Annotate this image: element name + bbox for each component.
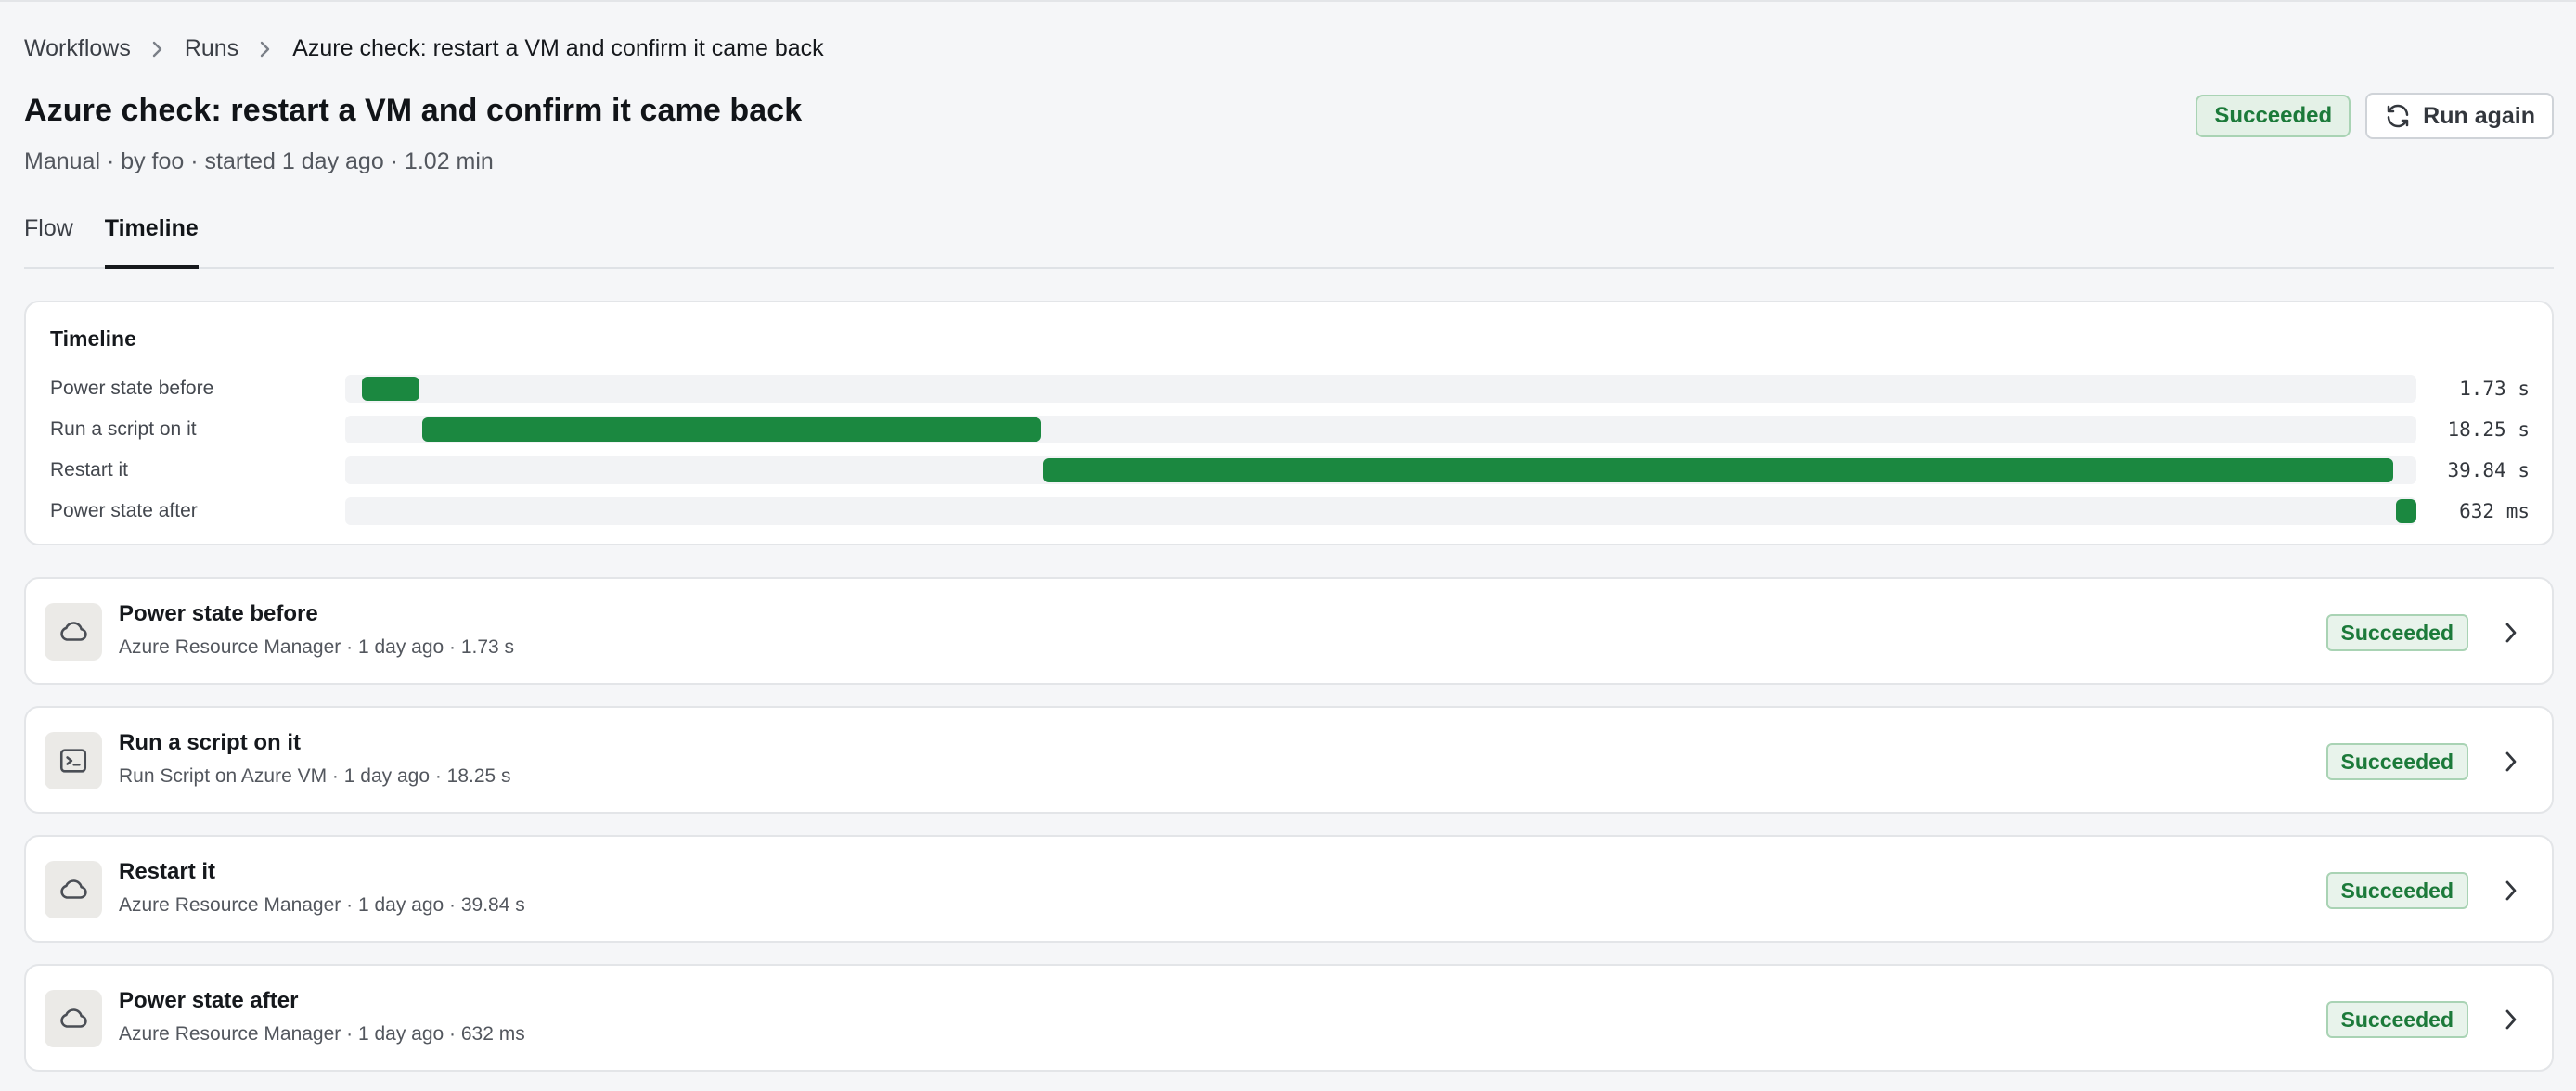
timeline-row: Power state after 632 ms bbox=[50, 497, 2530, 525]
timeline-track bbox=[345, 375, 2416, 403]
step-status-badge: Succeeded bbox=[2325, 614, 2468, 651]
breadcrumb: Workflows Runs Azure check: restart a VM… bbox=[24, 35, 824, 62]
run-meta: Manual · by foo · started 1 day ago · 1.… bbox=[24, 148, 494, 174]
timeline-bar bbox=[361, 377, 420, 401]
step-meta: Run Script on Azure VM · 1 day ago · 18.… bbox=[119, 765, 511, 787]
timeline-track bbox=[345, 416, 2416, 443]
step-meta: Azure Resource Manager · 1 day ago · 632… bbox=[119, 1023, 525, 1045]
chevron-right-icon[interactable] bbox=[2498, 1007, 2524, 1033]
chevron-right-icon bbox=[151, 40, 164, 58]
timeline-row-label: Power state after bbox=[50, 500, 198, 521]
step-status-badge: Succeeded bbox=[2325, 743, 2468, 780]
breadcrumb-runs-link[interactable]: Runs bbox=[185, 35, 238, 62]
step-name: Run a script on it bbox=[119, 730, 302, 755]
timeline-row-duration: 39.84 s bbox=[2447, 459, 2530, 481]
timeline-bar bbox=[2395, 499, 2416, 523]
timeline-row: Run a script on it 18.25 s bbox=[50, 416, 2530, 443]
timeline-row-duration: 18.25 s bbox=[2447, 418, 2530, 441]
run-again-label: Run again bbox=[2423, 102, 2535, 129]
step-name: Power state after bbox=[119, 988, 299, 1013]
cloud-icon bbox=[45, 603, 102, 661]
step-card-restart-it[interactable]: Restart it Azure Resource Manager · 1 da… bbox=[24, 835, 2554, 943]
tab-flow[interactable]: Flow bbox=[24, 215, 73, 269]
step-name: Restart it bbox=[119, 859, 216, 884]
run-again-button[interactable]: Run again bbox=[2365, 93, 2554, 139]
breadcrumb-workflows-link[interactable]: Workflows bbox=[24, 35, 131, 62]
chevron-right-icon[interactable] bbox=[2498, 620, 2524, 646]
timeline-track bbox=[345, 456, 2416, 484]
step-card-run-a-script[interactable]: Run a script on it Run Script on Azure V… bbox=[24, 706, 2554, 814]
tab-bar: Flow Timeline bbox=[24, 215, 2554, 269]
timeline-row-duration: 632 ms bbox=[2459, 500, 2530, 522]
timeline-row: Restart it 39.84 s bbox=[50, 456, 2530, 484]
timeline-bar bbox=[1043, 458, 2394, 482]
timeline-row: Power state before 1.73 s bbox=[50, 375, 2530, 403]
timeline-title: Timeline bbox=[50, 327, 136, 351]
timeline-row-label: Power state before bbox=[50, 378, 214, 399]
timeline-bar bbox=[421, 417, 1041, 442]
refresh-icon bbox=[2384, 102, 2412, 130]
step-meta: Azure Resource Manager · 1 day ago · 39.… bbox=[119, 894, 525, 916]
page-title: Azure check: restart a VM and confirm it… bbox=[24, 93, 803, 128]
timeline-track bbox=[345, 497, 2416, 525]
breadcrumb-current: Azure check: restart a VM and confirm it… bbox=[292, 35, 824, 61]
cloud-icon bbox=[45, 990, 102, 1047]
timeline-card: Timeline Power state before 1.73 s Run a… bbox=[24, 301, 2554, 546]
step-card-power-state-after[interactable]: Power state after Azure Resource Manager… bbox=[24, 964, 2554, 1072]
chevron-right-icon bbox=[259, 40, 272, 58]
chevron-right-icon[interactable] bbox=[2498, 749, 2524, 775]
timeline-row-label: Run a script on it bbox=[50, 418, 197, 440]
step-status-badge: Succeeded bbox=[2325, 1001, 2468, 1038]
step-name: Power state before bbox=[119, 601, 318, 626]
run-detail-page: Workflows Runs Azure check: restart a VM… bbox=[0, 0, 2576, 1091]
step-card-power-state-before[interactable]: Power state before Azure Resource Manage… bbox=[24, 577, 2554, 685]
header-actions: Succeeded Run again bbox=[2196, 93, 2554, 139]
step-meta: Azure Resource Manager · 1 day ago · 1.7… bbox=[119, 636, 515, 658]
terminal-icon bbox=[45, 732, 102, 789]
chevron-right-icon[interactable] bbox=[2498, 878, 2524, 904]
step-status-badge: Succeeded bbox=[2325, 872, 2468, 909]
timeline-row-duration: 1.73 s bbox=[2459, 378, 2530, 400]
cloud-icon bbox=[45, 861, 102, 918]
tab-timeline[interactable]: Timeline bbox=[104, 215, 199, 269]
run-status-badge: Succeeded bbox=[2196, 95, 2351, 137]
timeline-row-label: Restart it bbox=[50, 459, 129, 481]
